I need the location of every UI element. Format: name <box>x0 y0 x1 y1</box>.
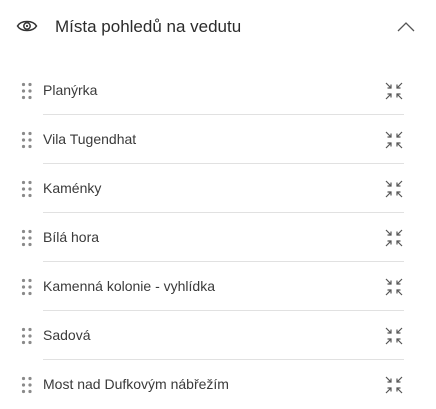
list-item-label: Kamenná kolonie - vyhlídka <box>43 278 215 294</box>
zoom-to-icon[interactable] <box>383 325 405 347</box>
list-item[interactable]: Planýrka <box>0 66 436 115</box>
drag-handle-icon[interactable] <box>21 327 33 345</box>
list-item[interactable]: Sadová <box>0 311 436 360</box>
drag-handle-icon[interactable] <box>21 131 33 149</box>
panel-header: Místa pohledů na vedutu <box>0 0 436 56</box>
zoom-to-icon[interactable] <box>383 129 405 151</box>
zoom-to-icon[interactable] <box>383 227 405 249</box>
panel-title: Místa pohledů na vedutu <box>55 17 242 36</box>
list-item-label: Planýrka <box>43 82 98 98</box>
bookmarks-panel: Místa pohledů na vedutu Planýrka Vila Tu… <box>0 0 436 406</box>
drag-handle-icon[interactable] <box>21 82 33 100</box>
drag-handle-icon[interactable] <box>21 376 33 394</box>
list-item[interactable]: Vila Tugendhat <box>0 115 436 164</box>
drag-handle-icon[interactable] <box>21 180 33 198</box>
zoom-to-icon[interactable] <box>383 374 405 396</box>
list-item-label: Bílá hora <box>43 229 100 245</box>
zoom-to-icon[interactable] <box>383 80 405 102</box>
list-item[interactable]: Most nad Dufkovým nábřežím <box>0 360 436 409</box>
list-item[interactable]: Kaménky <box>0 164 436 213</box>
list-item-label: Sadová <box>43 327 91 343</box>
list-item[interactable]: Bílá hora <box>0 213 436 262</box>
zoom-to-icon[interactable] <box>383 178 405 200</box>
drag-handle-icon[interactable] <box>21 278 33 296</box>
list-item-label: Most nad Dufkovým nábřežím <box>43 376 229 392</box>
list-item-label: Kaménky <box>43 180 102 196</box>
drag-handle-icon[interactable] <box>21 229 33 247</box>
zoom-to-icon[interactable] <box>383 276 405 298</box>
list-item[interactable]: Kamenná kolonie - vyhlídka <box>0 262 436 311</box>
list-item-label: Vila Tugendhat <box>43 131 137 147</box>
chevron-up-icon[interactable] <box>394 15 418 39</box>
eye-icon[interactable] <box>16 17 38 35</box>
